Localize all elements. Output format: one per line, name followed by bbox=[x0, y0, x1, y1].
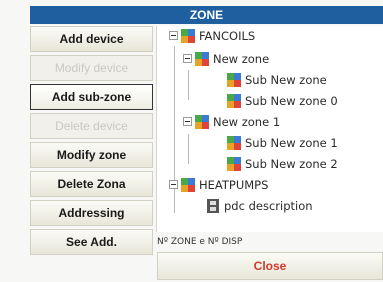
delete-zone-button[interactable]: Delete Zona bbox=[30, 171, 153, 197]
add-device-button[interactable]: Add device bbox=[30, 26, 153, 52]
tree-node-label: Sub New zone bbox=[245, 73, 327, 87]
zone-icon bbox=[227, 135, 241, 150]
collapse-icon[interactable] bbox=[169, 180, 178, 189]
tree-node-sub-new-zone[interactable]: Sub New zone bbox=[227, 72, 327, 88]
zone-icon bbox=[227, 72, 241, 87]
see-address-button[interactable]: See Add. bbox=[30, 229, 153, 255]
tree-node-label: HEATPUMPS bbox=[199, 178, 269, 192]
tree-node-sub-new-zone-1[interactable]: Sub New zone 1 bbox=[227, 135, 338, 151]
zone-icon bbox=[181, 28, 195, 43]
collapse-icon[interactable] bbox=[183, 117, 192, 126]
zone-icon bbox=[195, 51, 209, 66]
collapse-icon[interactable] bbox=[183, 54, 192, 63]
delete-device-button[interactable]: Delete device bbox=[30, 113, 153, 139]
tree-node-sub-new-zone-0[interactable]: Sub New zone 0 bbox=[227, 93, 338, 109]
tree-node-pdc-description[interactable]: pdc description bbox=[207, 198, 313, 214]
tree-node-new-zone[interactable]: New zone bbox=[183, 51, 269, 67]
zone-icon bbox=[195, 114, 209, 129]
tree-node-label: FANCOILS bbox=[199, 29, 256, 43]
tree-node-label: Sub New zone 2 bbox=[245, 157, 338, 171]
add-sub-zone-button[interactable]: Add sub-zone bbox=[30, 84, 153, 110]
zone-icon bbox=[227, 93, 241, 108]
close-button[interactable]: Close bbox=[157, 252, 383, 280]
zone-icon bbox=[227, 156, 241, 171]
tree-connector bbox=[174, 195, 175, 213]
collapse-icon[interactable] bbox=[169, 31, 178, 40]
modify-zone-button[interactable]: Modify zone bbox=[30, 142, 153, 168]
action-button-column: Add device Modify device Add sub-zone De… bbox=[30, 26, 153, 258]
tree-node-label: New zone 1 bbox=[213, 115, 281, 129]
modify-device-button[interactable]: Modify device bbox=[30, 55, 153, 81]
tree-node-fancoils[interactable]: FANCOILS bbox=[169, 28, 255, 44]
addressing-button[interactable]: Addressing bbox=[30, 200, 153, 226]
tree-node-heatpumps[interactable]: HEATPUMPS bbox=[169, 177, 268, 193]
tree-connector bbox=[174, 46, 175, 196]
status-text: Nº ZONE e Nº DISP bbox=[157, 237, 243, 247]
tree-node-label: Sub New zone 1 bbox=[245, 136, 338, 150]
tree-connector bbox=[188, 70, 189, 100]
tree-node-sub-new-zone-2[interactable]: Sub New zone 2 bbox=[227, 156, 338, 172]
zone-tree[interactable]: FANCOILS New zone Sub New zone Sub New z… bbox=[156, 26, 383, 232]
tree-node-label: pdc description bbox=[224, 199, 313, 213]
zone-icon bbox=[181, 177, 195, 192]
zone-header: ZONE bbox=[30, 6, 383, 24]
tree-node-label: Sub New zone 0 bbox=[245, 94, 338, 108]
device-icon bbox=[207, 198, 219, 213]
tree-node-label: New zone bbox=[213, 52, 270, 66]
tree-connector bbox=[188, 134, 189, 164]
tree-node-new-zone-1[interactable]: New zone 1 bbox=[183, 114, 280, 130]
